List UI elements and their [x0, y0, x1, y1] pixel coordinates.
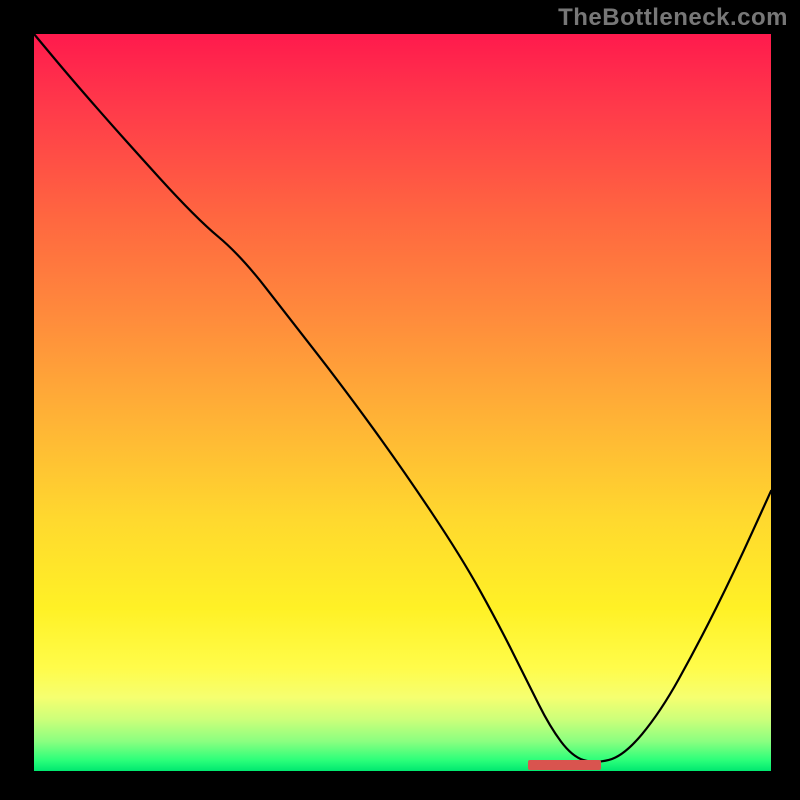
watermark-text: TheBottleneck.com [558, 4, 788, 32]
optimal-range-marker [528, 760, 602, 770]
chart-canvas: TheBottleneck.com [0, 0, 800, 800]
plot-area [34, 34, 771, 771]
bottleneck-curve [34, 34, 771, 771]
